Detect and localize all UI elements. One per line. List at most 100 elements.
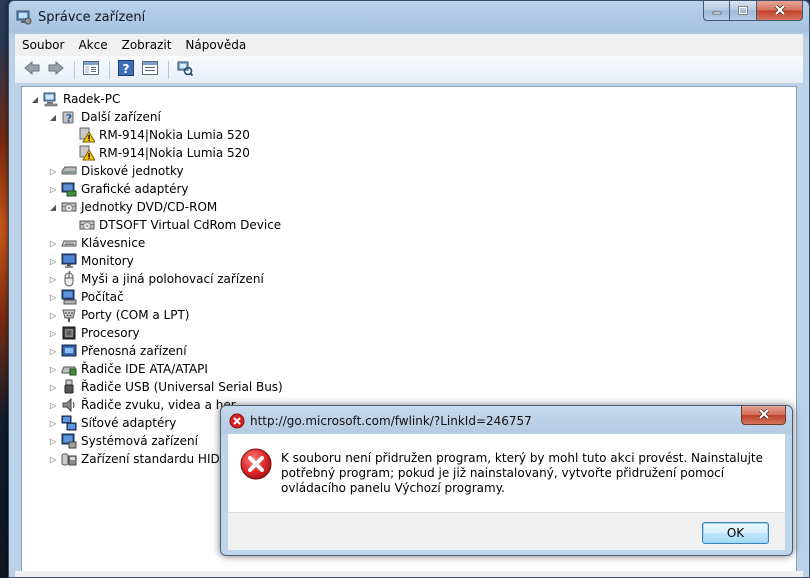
title-bar[interactable]: Správce zařízení xyxy=(9,1,809,33)
dialog-body: K souboru není přidružen program, který … xyxy=(228,434,785,512)
help-icon: ? xyxy=(118,60,134,79)
computer-icon xyxy=(43,91,59,107)
tree-item-nokia-2[interactable]: RM-914|Nokia Lumia 520 xyxy=(79,144,250,162)
tree-item-processors[interactable]: ▷ Procesory xyxy=(48,324,140,342)
menu-help[interactable]: Nápověda xyxy=(178,38,253,52)
tree-item-computer[interactable]: ◢ Radek-PC xyxy=(30,90,120,108)
tree-item-sound-controllers[interactable]: ▷ Řadiče zvuku, videa a her xyxy=(48,396,236,414)
tree-item-nokia-1[interactable]: RM-914|Nokia Lumia 520 xyxy=(79,126,250,144)
expand-arrow-icon[interactable]: ▷ xyxy=(48,364,58,374)
show-hide-tree-button[interactable] xyxy=(80,59,102,81)
back-arrow-icon xyxy=(24,60,40,78)
processor-icon xyxy=(61,325,77,341)
close-button[interactable] xyxy=(757,1,803,21)
tree-item-dtsoft-cdrom[interactable]: DTSOFT Virtual CdRom Device xyxy=(79,216,281,234)
tree-item-usb-controllers[interactable]: ▷ Řadiče USB (Universal Serial Bus) xyxy=(48,378,283,396)
tree-item-label: Myši a jiná polohovací zařízení xyxy=(81,272,264,286)
tree-item-label: Procesory xyxy=(81,326,140,340)
mouse-icon xyxy=(61,270,77,287)
expand-arrow-icon[interactable]: ▷ xyxy=(48,400,58,410)
show-hide-console-tree-icon xyxy=(83,61,99,78)
tree-item-network-adapters[interactable]: ▷ Síťové adaptéry xyxy=(48,414,176,432)
expand-arrow-icon[interactable]: ▷ xyxy=(48,238,58,248)
scan-hardware-button[interactable] xyxy=(174,59,196,81)
keyboard-icon xyxy=(61,235,77,251)
computer-small-icon xyxy=(61,289,77,305)
tree-item-display-adapters[interactable]: ▷ Grafické adaptéry xyxy=(48,180,189,198)
menu-file[interactable]: Soubor xyxy=(15,38,71,52)
expand-arrow-icon[interactable]: ▷ xyxy=(48,382,58,392)
expand-arrow-icon[interactable]: ▷ xyxy=(48,274,58,284)
tree-item-other-devices[interactable]: ◢ ? Další zařízení xyxy=(48,108,161,126)
tree-item-monitors[interactable]: ▷ Monitory xyxy=(48,252,134,270)
tree-item-label: Řadiče zvuku, videa a her xyxy=(81,398,236,412)
tree-item-disk-drives[interactable]: ▷ Diskové jednotky xyxy=(48,162,184,180)
collapse-arrow-icon[interactable]: ◢ xyxy=(48,202,58,212)
menu-action[interactable]: Akce xyxy=(71,38,114,52)
collapse-arrow-icon[interactable]: ◢ xyxy=(48,112,58,122)
expand-arrow-icon[interactable]: ▷ xyxy=(48,166,58,176)
expand-arrow-icon[interactable]: ▷ xyxy=(48,256,58,266)
tree-item-system-devices[interactable]: ▷ Systémová zařízení xyxy=(48,432,198,450)
tree-item-ports[interactable]: ▷ Porty (COM a LPT) xyxy=(48,306,189,324)
error-icon xyxy=(240,448,272,480)
tree-item-mice[interactable]: ▷ Myši a jiná polohovací zařízení xyxy=(48,270,264,288)
minimize-button[interactable] xyxy=(703,1,730,21)
ok-button[interactable]: OK xyxy=(702,522,769,544)
maximize-icon xyxy=(738,4,748,18)
warning-device-icon xyxy=(79,145,96,161)
tree-item-ide-controllers[interactable]: ▷ Řadiče IDE ATA/ATAPI xyxy=(48,360,208,378)
expand-arrow-icon[interactable]: ▷ xyxy=(48,328,58,338)
warning-device-icon xyxy=(79,127,96,143)
tree-item-label: Síťové adaptéry xyxy=(81,416,177,430)
tree-item-hid[interactable]: ▷ Zařízení standardu HID xyxy=(48,450,220,468)
tree-item-portable-devices[interactable]: ▷ Přenosná zařízení xyxy=(48,342,187,360)
dialog-title: http://go.microsoft.com/fwlink/?LinkId=2… xyxy=(250,414,532,428)
forward-arrow-icon xyxy=(48,60,64,78)
close-icon xyxy=(774,4,786,18)
toolbar-separator xyxy=(74,60,75,79)
usb-icon xyxy=(61,379,77,395)
status-bar xyxy=(15,571,803,577)
tree-item-computer-category[interactable]: ▷ Počítač xyxy=(48,288,124,306)
port-icon xyxy=(61,307,77,323)
expand-arrow-icon[interactable]: ▷ xyxy=(48,310,58,320)
close-icon xyxy=(758,408,770,422)
properties-button[interactable] xyxy=(139,59,161,81)
expand-arrow-icon[interactable]: ▷ xyxy=(48,454,58,464)
menu-view[interactable]: Zobrazit xyxy=(115,38,179,52)
toolbar-separator xyxy=(168,60,169,79)
monitor-icon xyxy=(61,253,77,269)
tree-item-dvd-drives[interactable]: ◢ Jednotky DVD/CD-ROM xyxy=(48,198,217,216)
expand-arrow-icon[interactable]: ▷ xyxy=(48,292,58,302)
hid-icon xyxy=(61,451,77,467)
properties-icon xyxy=(142,61,158,78)
sound-icon xyxy=(61,397,77,413)
dvd-drive-icon xyxy=(61,199,77,215)
expand-arrow-icon[interactable]: ▷ xyxy=(48,184,58,194)
tree-item-keyboards[interactable]: ▷ Klávesnice xyxy=(48,234,145,252)
dialog-close-button[interactable] xyxy=(741,406,786,425)
expand-arrow-icon[interactable]: ▷ xyxy=(48,418,58,428)
tree-item-label: DTSOFT Virtual CdRom Device xyxy=(99,218,282,232)
error-dialog: http://go.microsoft.com/fwlink/?LinkId=2… xyxy=(220,405,793,556)
forward-button[interactable] xyxy=(45,59,67,81)
scan-hardware-icon xyxy=(177,60,194,79)
tree-item-label: Radek-PC xyxy=(63,92,121,106)
expand-arrow-icon[interactable]: ▷ xyxy=(48,436,58,446)
window-title: Správce zařízení xyxy=(38,10,146,25)
tree-item-label: Řadiče USB (Universal Serial Bus) xyxy=(81,380,283,394)
back-button[interactable] xyxy=(21,59,43,81)
ide-controller-icon xyxy=(61,361,77,377)
system-device-icon xyxy=(61,433,77,449)
tree-item-label: Diskové jednotky xyxy=(81,164,184,178)
maximize-button[interactable] xyxy=(730,1,757,21)
tree-item-label: Další zařízení xyxy=(81,110,161,124)
expand-arrow-icon[interactable]: ▷ xyxy=(48,346,58,356)
collapse-arrow-icon[interactable]: ◢ xyxy=(30,94,40,104)
help-button[interactable]: ? xyxy=(115,59,137,81)
tree-item-label: Systémová zařízení xyxy=(81,434,198,448)
tree-item-label: Grafické adaptéry xyxy=(81,182,189,196)
disk-drive-icon xyxy=(61,163,77,179)
tree-item-label: Klávesnice xyxy=(81,236,146,250)
